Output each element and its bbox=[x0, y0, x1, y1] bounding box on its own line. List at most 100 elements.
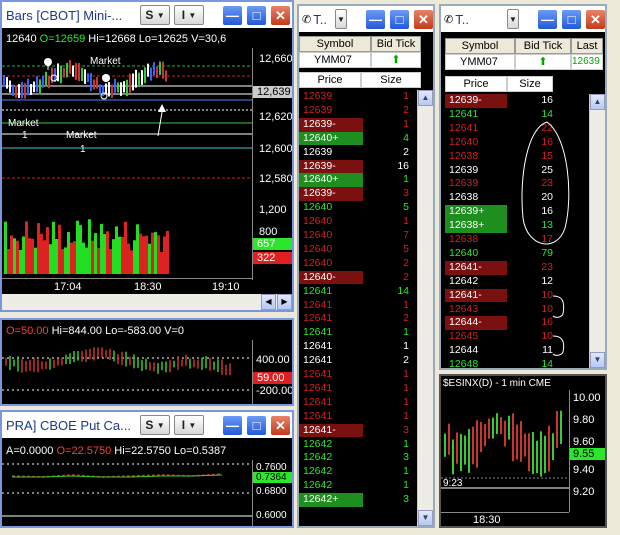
ladder-row[interactable]: 12641 1 bbox=[299, 340, 409, 354]
ladder-row[interactable]: 12643 10 bbox=[445, 303, 553, 317]
price-cell[interactable]: 12639- bbox=[299, 117, 363, 132]
price-cell[interactable]: 12638 bbox=[445, 191, 507, 205]
price-cell[interactable]: 12642 bbox=[299, 479, 363, 493]
price-cell[interactable]: 12640 bbox=[445, 136, 507, 150]
price-bars-chart[interactable]: Market Market 1 Market 1 bbox=[2, 48, 252, 208]
ladder-row[interactable]: 12640 7 bbox=[299, 229, 409, 243]
ladder-row[interactable]: 12641 1 bbox=[299, 299, 409, 313]
symbol-cell[interactable]: YMM07 bbox=[299, 52, 371, 68]
price-cell[interactable]: 12639 bbox=[445, 177, 507, 191]
vertical-scrollbar[interactable]: ▲ ▼ bbox=[589, 94, 605, 368]
dropdown-button[interactable]: ▼ bbox=[335, 9, 347, 29]
price-cell[interactable]: 12641- bbox=[445, 260, 507, 275]
price-cell[interactable]: 12644- bbox=[445, 316, 507, 331]
symbol-button[interactable]: S ▼ bbox=[140, 5, 170, 25]
ladder-row[interactable]: 12642 1 bbox=[299, 438, 409, 452]
ladder-row[interactable]: 12641- 10 bbox=[445, 288, 553, 303]
price-cell[interactable]: 12640 bbox=[299, 257, 363, 271]
maximize-button[interactable]: □ bbox=[246, 415, 267, 436]
scroll-up-icon[interactable]: ▲ bbox=[590, 94, 605, 110]
horizontal-scrollbar[interactable]: ◀ ▶ bbox=[2, 294, 292, 310]
price-cell[interactable]: 12643 bbox=[445, 303, 507, 317]
price-cell[interactable]: 12638 bbox=[445, 150, 507, 164]
ladder-row[interactable]: 12644- 16 bbox=[445, 316, 553, 331]
ladder-row[interactable]: 12640 5 bbox=[299, 243, 409, 257]
price-cell[interactable]: 12642 bbox=[299, 465, 363, 479]
ladder-row[interactable]: 12639- 16 bbox=[445, 94, 553, 108]
price-cell[interactable]: 12641 bbox=[299, 299, 363, 313]
ladder-row[interactable]: 12641- 23 bbox=[445, 260, 553, 275]
ladder-row[interactable]: 12641 2 bbox=[299, 354, 409, 368]
maximize-button[interactable]: □ bbox=[389, 9, 410, 30]
ladder-row[interactable]: 12639- 1 bbox=[299, 117, 409, 132]
price-cell[interactable]: 12644 bbox=[445, 344, 507, 358]
ladder-row[interactable]: 12642 12 bbox=[445, 275, 553, 289]
ladder-row[interactable]: 12640- 2 bbox=[299, 270, 409, 285]
oscillator-chart[interactable] bbox=[2, 340, 252, 406]
ladder-row[interactable]: 12641 14 bbox=[299, 285, 409, 299]
price-cell[interactable]: 12639 bbox=[299, 146, 363, 160]
dom-titlebar[interactable]: ✆ T.. ▼ — □ ✕ bbox=[441, 6, 605, 32]
price-cell[interactable]: 12641 bbox=[299, 326, 363, 340]
price-cell[interactable]: 12640+ bbox=[299, 173, 363, 188]
ladder-row[interactable]: 12642+ 3 bbox=[299, 493, 409, 507]
scroll-right-icon[interactable]: ▶ bbox=[277, 294, 292, 310]
price-cell[interactable]: 12642 bbox=[299, 438, 363, 452]
ladder-row[interactable]: 12648 14 bbox=[445, 358, 553, 368]
price-cell[interactable]: 12641 bbox=[299, 285, 363, 299]
minimize-button[interactable]: — bbox=[222, 5, 243, 26]
price-cell[interactable]: 12640 bbox=[299, 201, 363, 215]
price-cell[interactable]: 12640 bbox=[445, 247, 507, 261]
price-cell[interactable]: 12641 bbox=[299, 382, 363, 396]
price-cell[interactable]: 12639- bbox=[299, 159, 363, 174]
ladder-row[interactable]: 12642 1 bbox=[299, 479, 409, 493]
price-cell[interactable]: 12641 bbox=[299, 312, 363, 326]
put-call-titlebar[interactable]: PRA] CBOE Put Ca... S ▼ I ▼ — □ ✕ bbox=[2, 412, 292, 438]
symbol-cell[interactable]: YMM07 bbox=[445, 54, 515, 70]
price-cell[interactable]: 12648 bbox=[445, 358, 507, 368]
esinx-chart[interactable]: 9:23 bbox=[441, 390, 569, 512]
ladder-row[interactable]: 12645 10 bbox=[445, 330, 553, 344]
bars-chart-titlebar[interactable]: Bars [CBOT] Mini-... S ▼ I ▼ — □ ✕ bbox=[2, 2, 292, 28]
price-cell[interactable]: 12639+ bbox=[445, 205, 507, 219]
scroll-left-icon[interactable]: ◀ bbox=[261, 294, 276, 310]
price-cell[interactable]: 12640- bbox=[299, 270, 363, 285]
price-cell[interactable]: 12641 bbox=[445, 108, 507, 122]
ladder-row[interactable]: 12640 5 bbox=[299, 201, 409, 215]
indicator-button[interactable]: I ▼ bbox=[174, 415, 204, 435]
price-cell[interactable]: 12641 bbox=[299, 354, 363, 368]
ladder-row[interactable]: 12640 1 bbox=[299, 215, 409, 229]
price-cell[interactable]: 12645 bbox=[445, 330, 507, 344]
price-cell[interactable]: 12640 bbox=[299, 243, 363, 257]
vertical-scrollbar[interactable]: ▲ ▼ bbox=[417, 90, 433, 526]
put-call-chart[interactable] bbox=[2, 460, 252, 528]
ladder-row[interactable]: 12639- 16 bbox=[299, 159, 409, 174]
dom-titlebar[interactable]: ✆ T.. ▼ — □ ✕ bbox=[299, 6, 433, 32]
price-cell[interactable]: 12639 bbox=[445, 164, 507, 178]
symbol-button[interactable]: S ▼ bbox=[140, 415, 170, 435]
close-button[interactable]: ✕ bbox=[585, 9, 605, 30]
price-cell[interactable]: 12641 bbox=[299, 368, 363, 382]
maximize-button[interactable]: □ bbox=[246, 5, 267, 26]
ladder-row[interactable]: 12639 1 bbox=[299, 90, 409, 104]
ladder-row[interactable]: 12640+ 1 bbox=[299, 173, 409, 188]
ladder-row[interactable]: 12640+ 4 bbox=[299, 131, 409, 146]
price-cell[interactable]: 12641 bbox=[445, 122, 507, 136]
price-cell[interactable]: 12641- bbox=[445, 288, 507, 303]
minimize-button[interactable]: — bbox=[222, 415, 243, 436]
scroll-down-icon[interactable]: ▼ bbox=[418, 510, 433, 526]
ladder-row[interactable]: 12640 2 bbox=[299, 257, 409, 271]
ladder-row[interactable]: 12641 1 bbox=[299, 368, 409, 382]
minimize-button[interactable]: — bbox=[537, 9, 558, 30]
ladder-row[interactable]: 12642 1 bbox=[299, 465, 409, 479]
ladder-row[interactable]: 12641 1 bbox=[299, 396, 409, 410]
ladder-row[interactable]: 12641 1 bbox=[299, 382, 409, 396]
scroll-up-icon[interactable]: ▲ bbox=[418, 90, 433, 106]
scroll-down-icon[interactable]: ▼ bbox=[590, 352, 605, 368]
ladder-row[interactable]: 12639- 3 bbox=[299, 187, 409, 202]
price-cell[interactable]: 12639- bbox=[299, 187, 363, 202]
ladder-row[interactable]: 12644 11 bbox=[445, 344, 553, 358]
price-cell[interactable]: 12641 bbox=[299, 410, 363, 424]
ladder-row[interactable]: 12641 1 bbox=[299, 326, 409, 340]
price-cell[interactable]: 12640 bbox=[299, 215, 363, 229]
